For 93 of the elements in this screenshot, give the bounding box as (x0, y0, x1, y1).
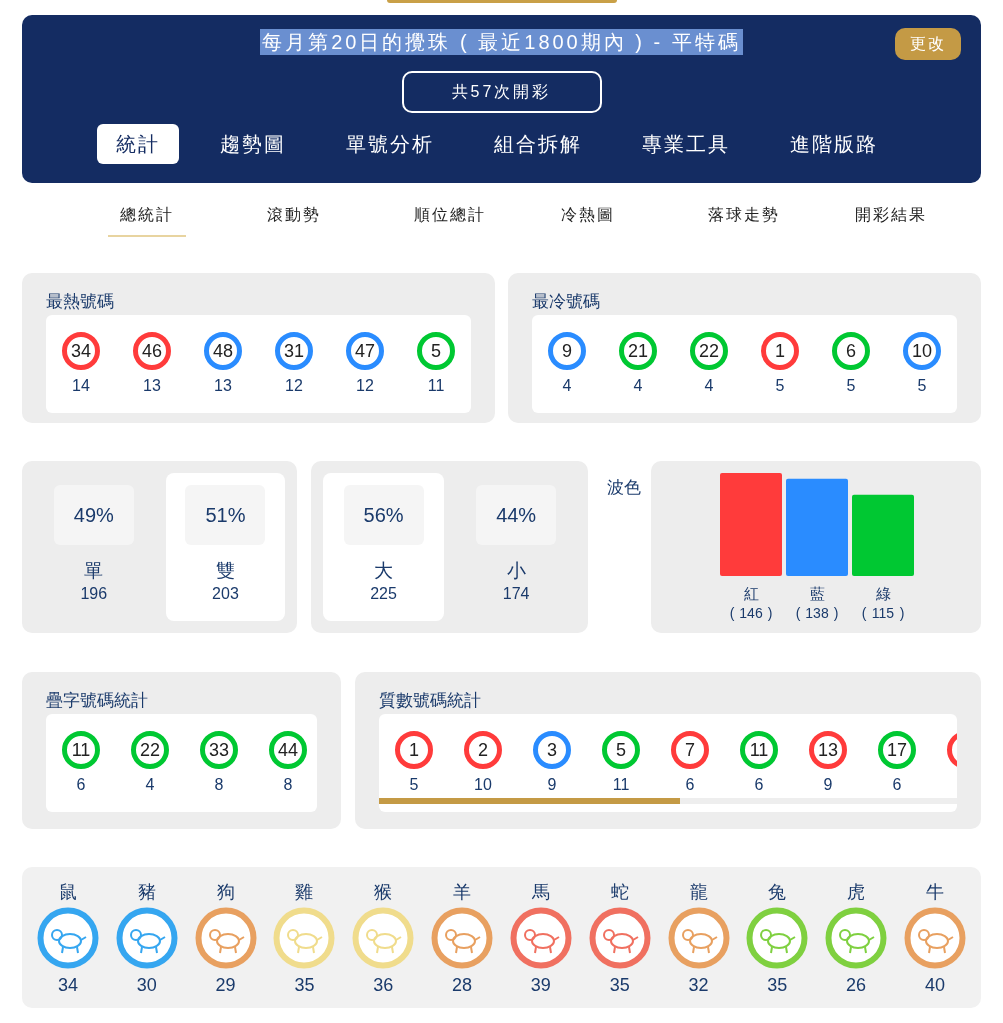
page-title: 每月第20日的攪珠 ( 最近1800期內 ) - 平特碼 (260, 29, 743, 55)
zodiac-name: 虎 (847, 881, 866, 903)
count-label: 6 (76, 775, 86, 795)
zodiac-name: 豬 (137, 881, 156, 903)
zodiac-name: 猴 (374, 881, 393, 903)
count-label: 6 (892, 775, 902, 795)
value-label: 146 (739, 605, 763, 621)
nav-tab[interactable]: 組合拆解 (475, 124, 601, 164)
count-label: 8 (214, 775, 224, 795)
percent-chip: 44% (476, 485, 557, 545)
count-label: 34 (58, 974, 78, 996)
percent-chip: 49% (53, 485, 134, 545)
draw-count-badge: 共57次開彩 (401, 71, 602, 113)
bracket-label: ) (899, 605, 905, 621)
count-label: 29 (215, 974, 236, 996)
count-label: 13 (143, 376, 161, 396)
count-label: 32 (688, 974, 709, 996)
count-label: 4 (562, 376, 572, 396)
zodiac-name: 雞 (295, 881, 314, 903)
count-label: 174 (502, 584, 530, 604)
count-label: 35 (609, 974, 630, 996)
count-label: 13 (214, 376, 232, 396)
option-label: 小 (506, 559, 526, 583)
zodiac-name: 狗 (216, 881, 235, 903)
count-label: 5 (409, 775, 419, 795)
count-label: 4 (145, 775, 155, 795)
card-title: 疊字號碼統計 (46, 690, 149, 712)
sub-tab[interactable]: 順位總計 (402, 203, 549, 235)
count-label: 4 (633, 376, 643, 396)
count-label: 14 (72, 376, 90, 396)
scrollbar-track[interactable] (379, 798, 957, 804)
percent-chip: 51% (185, 485, 266, 545)
nav-tab[interactable]: 單號分析 (327, 124, 453, 164)
category-label: 藍 (809, 585, 825, 602)
count-label: 5 (775, 376, 785, 396)
nav-tab[interactable]: 趨勢圖 (201, 124, 305, 164)
zodiac-name: 牛 (925, 881, 944, 903)
count-label: 5 (846, 376, 856, 396)
option-label: 雙 (215, 559, 235, 583)
count-label: 6 (754, 775, 764, 795)
count-label: 30 (136, 974, 157, 996)
count-label: 40 (924, 974, 945, 996)
count-label: 12 (285, 376, 303, 396)
option-label: 單 (84, 559, 104, 583)
count-label: 11 (612, 775, 630, 795)
card-title: 最熱號碼 (46, 291, 115, 313)
value-label: 138 (805, 605, 829, 621)
wave-color-label: 波色 (607, 477, 643, 499)
sub-tab[interactable]: 開彩結果 (843, 203, 990, 235)
option-label: 大 (374, 559, 394, 583)
count-label: 4 (704, 376, 714, 396)
count-label: 35 (767, 974, 788, 996)
nav-tab[interactable]: 專業工具 (623, 124, 749, 164)
zodiac-name: 蛇 (610, 881, 629, 903)
nav-tab[interactable]: 統計 (97, 124, 179, 164)
category-label: 紅 (743, 585, 759, 602)
count-label: 5 (917, 376, 927, 396)
scrollbar-thumb[interactable] (379, 798, 680, 804)
count-label: 11 (427, 376, 445, 396)
count-label: 39 (530, 974, 551, 996)
zodiac-name: 馬 (531, 881, 550, 903)
count-label: 9 (547, 775, 557, 795)
count-label: 36 (373, 974, 394, 996)
count-label: 225 (370, 584, 397, 604)
count-label: 196 (80, 584, 108, 604)
card-title: 最冷號碼 (532, 291, 601, 313)
sub-tab[interactable]: 冷熱圖 (549, 203, 696, 235)
category-label: 綠 (875, 585, 891, 602)
count-label: 35 (294, 974, 315, 996)
zodiac-name: 鼠 (59, 881, 77, 903)
count-label: 28 (452, 974, 473, 996)
bracket-label: ( (729, 605, 735, 621)
card-title: 質數號碼統計 (379, 690, 482, 712)
bracket-label: ( (861, 605, 867, 621)
sub-tab[interactable]: 滾動勢 (255, 203, 402, 235)
sub-tab[interactable]: 總統計 (108, 203, 255, 235)
bracket-label: ( (795, 605, 801, 621)
count-label: 9 (823, 775, 833, 795)
count-label: 203 (212, 584, 239, 604)
percent-chip: 56% (343, 485, 424, 545)
count-label: 26 (846, 974, 867, 996)
sub-tab[interactable]: 落球走勢 (696, 203, 843, 235)
count-label: 10 (474, 775, 492, 795)
count-label: 6 (685, 775, 695, 795)
bracket-label: ) (767, 605, 773, 621)
count-label: 8 (283, 775, 293, 795)
bracket-label: ) (833, 605, 839, 621)
zodiac-name: 兔 (768, 881, 787, 903)
zodiac-name: 龍 (689, 881, 708, 903)
value-label: 115 (871, 605, 895, 621)
nav-tab[interactable]: 進階版路 (771, 124, 897, 164)
count-label: 12 (356, 376, 374, 396)
zodiac-name: 羊 (453, 881, 472, 903)
